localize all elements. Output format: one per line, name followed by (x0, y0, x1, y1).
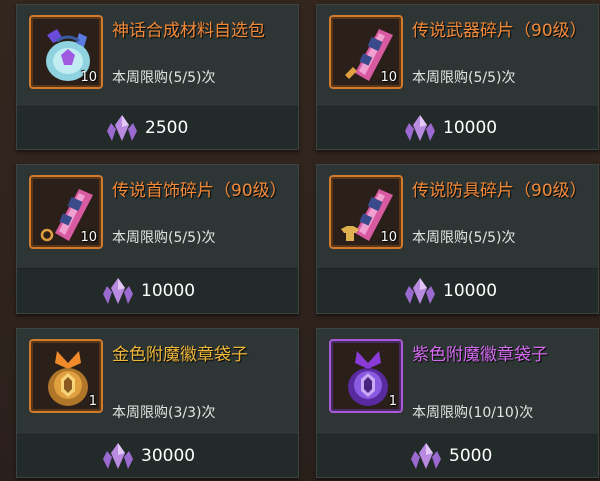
shop-item-card-gold-enchant-badge-bag[interactable]: 1 金色附魔徽章袋子 本周限购(3/3)次 30000 (16, 328, 299, 478)
item-title: 传说首饰碎片（90级） (112, 181, 287, 201)
item-quantity: 10 (80, 230, 97, 245)
price-bar[interactable]: 5000 (317, 434, 598, 477)
purchase-limit: 本周限购(5/5)次 (112, 70, 216, 86)
item-title: 传说防具碎片（90级） (412, 181, 587, 201)
purchase-limit: 本周限购(10/10)次 (412, 405, 534, 421)
price-value: 10000 (141, 281, 196, 301)
purple-crystal-icon (411, 443, 441, 469)
price: 10000 (101, 269, 195, 313)
item-title: 传说武器碎片（90级） (412, 21, 587, 41)
price-value: 30000 (141, 446, 196, 466)
item-quantity: 10 (380, 70, 397, 85)
shop-item-card-purple-enchant-badge-bag[interactable]: 1 紫色附魔徽章袋子 本周限购(10/10)次 5000 (316, 328, 599, 478)
price-bar[interactable]: 10000 (317, 106, 598, 149)
shop-item-card-legendary-weapon-shard[interactable]: 10 传说武器碎片（90级） 本周限购(5/5)次 10000 (316, 4, 599, 150)
price-bar[interactable]: 30000 (17, 434, 298, 477)
price: 10000 (403, 269, 497, 313)
item-title: 金色附魔徽章袋子 (112, 345, 248, 365)
item-icon-frame: 1 (29, 339, 103, 413)
purchase-limit: 本周限购(3/3)次 (112, 405, 216, 421)
item-icon-frame: 10 (329, 15, 403, 89)
purchase-limit: 本周限购(5/5)次 (112, 230, 216, 246)
price-value: 5000 (449, 446, 493, 466)
price-bar[interactable]: 10000 (317, 268, 598, 313)
purchase-limit: 本周限购(5/5)次 (412, 230, 516, 246)
price: 5000 (409, 435, 492, 477)
price-bar[interactable]: 10000 (17, 268, 298, 313)
item-quantity: 1 (88, 394, 97, 409)
price-bar[interactable]: 2500 (17, 106, 298, 149)
purple-crystal-icon (405, 115, 435, 141)
item-quantity: 10 (80, 70, 97, 85)
purple-crystal-icon (107, 115, 137, 141)
price: 30000 (101, 435, 195, 477)
shop-item-card-legendary-armor-shard[interactable]: 10 传说防具碎片（90级） 本周限购(5/5)次 10000 (316, 164, 599, 314)
price-value: 2500 (145, 118, 189, 138)
item-icon-frame: 10 (29, 175, 103, 249)
purple-crystal-icon (103, 443, 133, 469)
purchase-limit: 本周限购(5/5)次 (412, 70, 516, 86)
item-icon-frame: 10 (29, 15, 103, 89)
price: 10000 (403, 107, 497, 149)
item-icon-frame: 10 (329, 175, 403, 249)
price-value: 10000 (443, 281, 498, 301)
shop-item-card-mythic-material-bag[interactable]: 10 神话合成材料自选包 本周限购(5/5)次 2500 (16, 4, 299, 150)
purple-crystal-icon (103, 278, 133, 304)
item-quantity: 1 (388, 394, 397, 409)
shop-item-card-legendary-accessory-shard[interactable]: 10 传说首饰碎片（90级） 本周限购(5/5)次 10000 (16, 164, 299, 314)
item-quantity: 10 (380, 230, 397, 245)
item-title: 神话合成材料自选包 (112, 21, 265, 41)
item-icon-frame: 1 (329, 339, 403, 413)
item-title: 紫色附魔徽章袋子 (412, 345, 548, 365)
purple-crystal-icon (405, 278, 435, 304)
price: 2500 (105, 107, 188, 149)
price-value: 10000 (443, 118, 498, 138)
